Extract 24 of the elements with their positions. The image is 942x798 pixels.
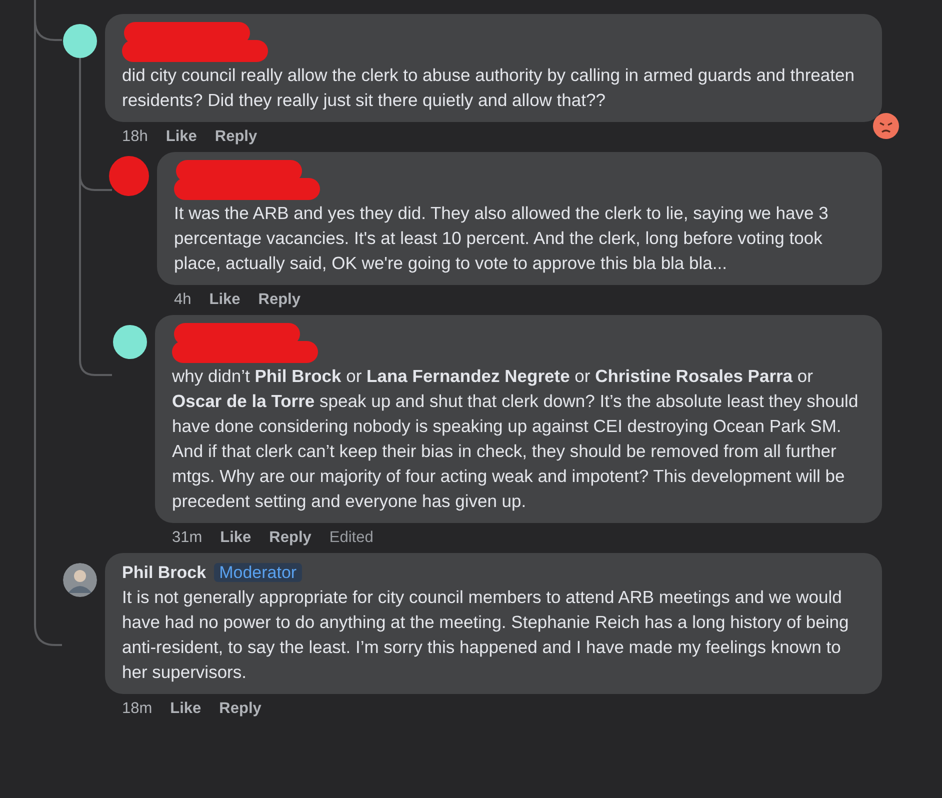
action-link[interactable]: Reply: [258, 288, 300, 315]
comment-text: why didn’t Phil Brock or Lana Fernandez Negrete or Christine Rosales Parra or Oscar de la Torre speak up and shut that clerk down? It’s the absolute least they should have done considering nobody is speaking up against CEI destroying Ocean Park SM. And if that clerk can’t keep their bias in check, they should be removed from all further mtgs. Why are our majority of four acting weak and impotent? This development will be precedent setting and everyone has given up.: [172, 365, 860, 513]
timestamp: 18m: [122, 699, 152, 719]
action-link[interactable]: Like: [166, 125, 197, 152]
redaction-mark: [109, 156, 149, 196]
moderator-badge: Moderator: [214, 563, 302, 582]
comment-text: It was the ARB and yes they did. They also allowed the clerk to lie, saying we have 3 percentage vacancies. It's at least 10 percent. And the clerk, long before voting took place, actually said, OK we're going to vote to approve this bla bla bla...: [174, 202, 830, 275]
avatar[interactable]: [113, 325, 147, 359]
action-link[interactable]: Like: [220, 526, 252, 553]
timestamp: 31m: [172, 528, 202, 548]
action-link[interactable]: Reply: [214, 125, 258, 152]
angry-reaction-icon: [872, 112, 900, 140]
comment-text: It is not generally appropriate for city council members to attend ARB meetings and we would have had no power to do anything at the meeting. Stephanie Reich has a long history of being anti-resident, to say the least. I’m sorry this happened and I have made my feelings known to her supervisors.: [122, 586, 850, 684]
avatar[interactable]: [63, 563, 97, 597]
action-link[interactable]: Reply: [269, 526, 312, 553]
action-link[interactable]: Reply: [219, 697, 262, 724]
avatar[interactable]: [63, 24, 97, 58]
author-name[interactable]: Phil Brock: [122, 563, 206, 582]
comment-text: did city council really allow the clerk to abuse authority by calling in armed guards and threaten residents? Did they really just sit there quietly and allow that??: [122, 64, 856, 112]
action-link[interactable]: Like: [170, 697, 202, 724]
action-link[interactable]: Like: [209, 288, 240, 315]
timestamp: 18h: [122, 127, 148, 147]
timestamp: 4h: [174, 290, 192, 310]
edited-label: Edited: [329, 528, 374, 548]
